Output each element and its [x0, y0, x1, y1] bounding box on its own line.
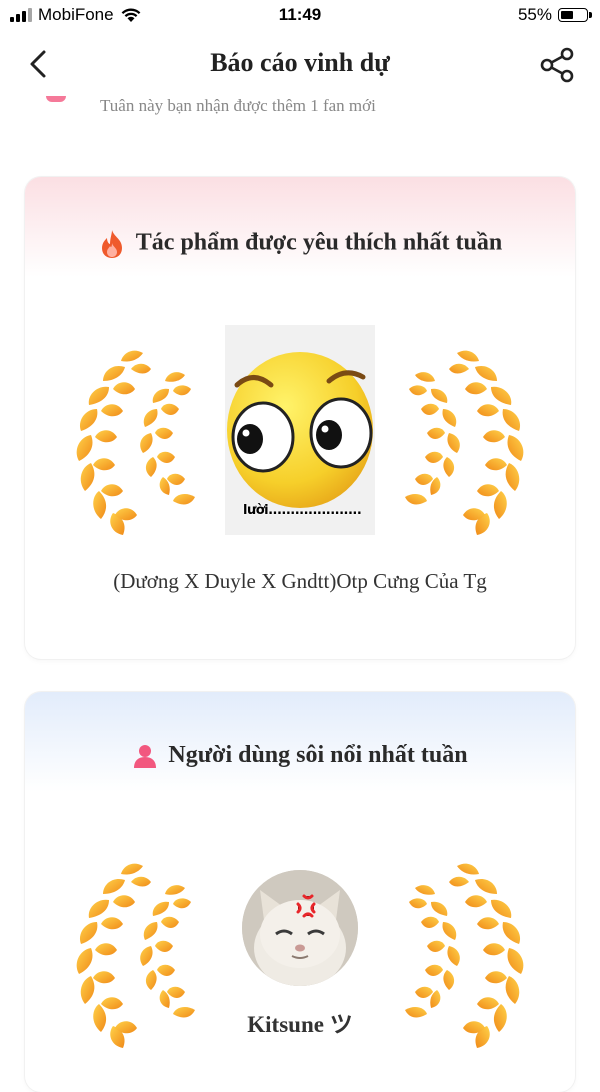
active-user-heading-text: Người dùng sôi nổi nhất tuần	[168, 742, 468, 768]
share-button[interactable]	[538, 46, 578, 84]
favorite-work-card: Tác phẩm được yêu thích nhất tuần lười..…	[25, 177, 575, 659]
card-header	[25, 177, 575, 277]
favorite-work-heading: Tác phẩm được yêu thích nhất tuần	[25, 229, 575, 259]
page-title: Báo cáo vinh dự	[210, 48, 390, 77]
status-right: 55%	[517, 5, 592, 25]
user-icon	[134, 745, 157, 769]
favorite-work-heading-text: Tác phẩm được yêu thích nhất tuần	[135, 229, 503, 256]
battery-icon	[558, 8, 592, 22]
share-icon	[540, 47, 574, 83]
fire-icon	[101, 230, 122, 258]
new-fans-text: Tuân này bạn nhận được thêm 1 fan mới	[100, 96, 376, 115]
laurel-left-icon	[73, 345, 203, 535]
work-thumbnail[interactable]: lười.....................	[225, 325, 375, 535]
battery-percent: 55%	[517, 5, 552, 24]
work-title[interactable]: (Dương X Duyle X Gndtt)Otp Cưng Của Tg	[25, 569, 575, 594]
avatar[interactable]	[242, 870, 358, 986]
thumbnail-caption: lười.....................	[243, 503, 362, 518]
laurel-right-icon	[397, 345, 527, 535]
user-name[interactable]: Kitsune ツ	[25, 1005, 575, 1039]
nav-bar: Báo cáo vinh dự	[0, 34, 600, 94]
angry-cat-avatar-image	[242, 870, 358, 986]
active-user-card: Người dùng sôi nổi nhất tuần Kitsune ツ	[25, 692, 575, 1092]
new-fans-row: Tuân này bạn nhận được thêm 1 fan mới	[0, 96, 600, 124]
status-bar: MobiFone 11:49 55%	[0, 0, 600, 32]
fan-indicator	[46, 96, 66, 102]
status-time: 11:49	[278, 5, 322, 24]
active-user-heading: Người dùng sôi nổi nhất tuần	[25, 742, 575, 769]
battery-level	[561, 11, 573, 19]
